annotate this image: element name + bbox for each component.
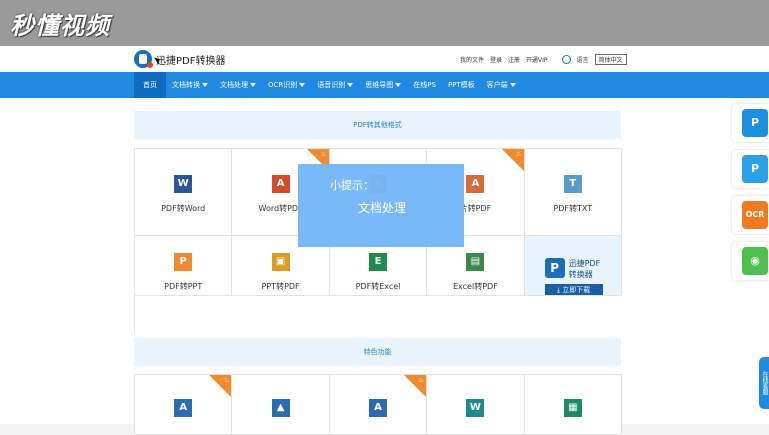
nav-item-0[interactable]: 首页 [134, 72, 166, 98]
tool-card-label: PDF转Word [161, 204, 206, 213]
tool-card[interactable]: A ♨ [135, 375, 233, 435]
promo-line-1: 迅捷PDF [568, 259, 601, 268]
main-nav: 首页 文档转换 文档处理 OCR识别 语音识别 思维导图 在线PS PPT模板 客户端 [0, 72, 769, 98]
tool-card[interactable]: A ♨ [329, 375, 428, 435]
pdf-app-icon: P [742, 109, 768, 137]
tip-overlay: 小提示： 文档处理 [298, 164, 464, 247]
site-header: 迅捷PDF转换器 我的文件 登录 注册 开通VIP 语言 简体中文 [0, 46, 769, 73]
word-icon: W [466, 399, 485, 417]
sidebar-button-2[interactable]: OCR [732, 196, 769, 234]
ocr-icon: OCR [742, 201, 768, 229]
caret-down-icon [395, 83, 402, 87]
nav-item-label: 语音识别 [317, 81, 346, 89]
section-title-formats: PDF转其他格式 [134, 111, 621, 139]
nav-item-5[interactable]: 思维导图 [359, 72, 407, 98]
download-button-label: 立即下载 [562, 286, 591, 294]
app-logo-icon: P [544, 258, 565, 278]
ppt-icon: P [174, 253, 193, 271]
language-select[interactable]: 简体中文 [594, 54, 627, 65]
nav-item-label: PPT模板 [447, 81, 475, 89]
hot-badge-icon: ♨ [417, 376, 425, 384]
download-button[interactable]: ⤓ 立即下载 [544, 284, 603, 295]
nav-item-label: 文档转换 [172, 81, 200, 89]
hot-badge-icon: ♨ [515, 150, 522, 158]
my-files-link[interactable]: 我的文件 [460, 55, 484, 64]
ppt-pdf-icon: ▣ [271, 253, 290, 271]
tool-card-label: PPT转PDF [261, 282, 300, 291]
vip-link[interactable]: 开通VIP [526, 55, 548, 64]
tool-card-label: Excel转PDF [453, 282, 498, 291]
pdf-doc-icon: A [174, 399, 193, 417]
register-link[interactable]: 注册 [508, 55, 520, 64]
language-label: 语言 [576, 57, 589, 64]
nav-item-6[interactable]: 在线PS [407, 72, 442, 98]
nav-item-4[interactable]: 语音识别 [311, 72, 359, 98]
nav-item-3[interactable]: OCR识别 [262, 72, 311, 98]
logo-icon [134, 50, 153, 68]
hot-badge-icon: ♨ [223, 376, 230, 384]
excel-pdf-icon: ▤ [466, 253, 485, 271]
nav-item-label: OCR识别 [268, 81, 298, 89]
excel-icon: E [368, 253, 387, 271]
sidebar-button-3[interactable]: ◉ [732, 242, 769, 280]
promo-text: 迅捷PDF 转换器 [569, 258, 601, 280]
nav-item-label: 在线PS [413, 81, 436, 89]
feature-grid: A ♨ ▲ A ♨ W ▦ [134, 374, 622, 435]
tool-card[interactable]: ▲ [232, 375, 330, 435]
login-link[interactable]: 登录 [490, 55, 502, 64]
globe-icon [561, 55, 571, 64]
caret-down-icon [509, 83, 516, 87]
sidebar-button-0[interactable]: P [732, 104, 769, 142]
caret-down-icon [347, 83, 354, 87]
nav-item-8[interactable]: 客户端 [481, 72, 522, 98]
tip-body: 文档处理 [358, 201, 407, 215]
main-content: PDF转其他格式 WPDF转WordAWord转PDF♨AA片转PDF♨TPDF… [0, 98, 769, 435]
section-title-features: 特色功能 [134, 338, 621, 366]
tool-card-label: PDF转PPT [164, 282, 203, 291]
image-pdf-icon: A [466, 175, 485, 193]
font-icon: A [368, 399, 387, 417]
nav-item-label: 客户端 [486, 81, 508, 89]
download-promo: P 迅捷PDF 转换器 ⤓ 立即下载 [524, 236, 622, 296]
caret-down-icon [250, 83, 256, 87]
caret-down-icon [202, 83, 208, 87]
nav-item-label: 文档处理 [220, 81, 248, 89]
tool-card[interactable]: P PDF转PPT [135, 236, 233, 296]
site-logo[interactable]: 迅捷PDF转换器 [134, 50, 225, 68]
word-icon: W [174, 175, 193, 193]
watermark-logo: 秒懂视频 [10, 12, 110, 40]
txt-icon: T [563, 175, 582, 193]
tool-card[interactable]: ▦ [524, 375, 622, 435]
tool-card[interactable]: W [427, 375, 525, 435]
online-service-tab[interactable]: 在线客服 [759, 357, 769, 409]
pdf-editor-icon: P [742, 155, 768, 183]
promo-line-2: 转换器 [568, 270, 593, 279]
top-links: 我的文件 登录 注册 开通VIP 语言 简体中文 [460, 54, 627, 65]
image-icon: ▲ [271, 399, 290, 417]
nav-item-2[interactable]: 文档处理 [214, 72, 262, 98]
tool-card-label: PDF转TXT [553, 204, 593, 213]
tool-card[interactable]: T PDF转TXT [524, 149, 622, 236]
video-top-strip: 秒懂视频 [0, 0, 769, 46]
pdf-icon: A [271, 175, 290, 193]
sidebar-button-1[interactable]: P [732, 150, 769, 188]
nav-item-7[interactable]: PPT模板 [442, 72, 481, 98]
wechat-icon: ◉ [742, 247, 768, 275]
tool-card[interactable]: W PDF转Word [135, 149, 233, 236]
logo-text: 迅捷PDF转换器 [156, 55, 226, 67]
nav-item-label: 首页 [143, 81, 157, 89]
nav-item-1[interactable]: 文档转换 [166, 72, 214, 98]
nav-item-label: 思维导图 [365, 81, 394, 89]
caret-down-icon [299, 83, 306, 87]
doc-icon: ▦ [563, 399, 582, 417]
tip-title: 小提示： [330, 179, 374, 192]
tool-card-label: PDF转Excel [355, 282, 401, 291]
hot-badge-icon: ♨ [320, 150, 327, 158]
